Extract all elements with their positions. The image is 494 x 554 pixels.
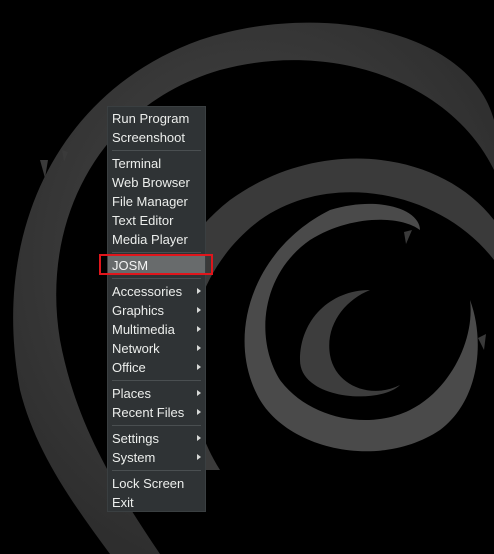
menu-item-lock-screen[interactable]: Lock Screen [108,474,205,493]
menu-item-system[interactable]: System [108,448,205,467]
menu-item-file-manager[interactable]: File Manager [108,192,205,211]
menu-item-accessories[interactable]: Accessories [108,282,205,301]
submenu-arrow-icon [197,288,201,294]
menu-item-label: JOSM [112,258,149,273]
menu-item-label: Web Browser [112,175,190,190]
menu-item-label: Text Editor [112,213,174,228]
menu-separator [112,150,201,151]
submenu-arrow-icon [197,390,201,396]
menu-separator [112,380,201,381]
menu-item-label: Recent Files [112,405,185,420]
menu-item-label: Exit [112,495,134,510]
submenu-arrow-icon [197,364,201,370]
menu-item-network[interactable]: Network [108,339,205,358]
debian-swirl-wallpaper [13,22,494,554]
menu-item-label: Settings [112,431,159,446]
menu-item-label: Multimedia [112,322,175,337]
menu-item-graphics[interactable]: Graphics [108,301,205,320]
menu-item-office[interactable]: Office [108,358,205,377]
menu-item-web-browser[interactable]: Web Browser [108,173,205,192]
menu-item-label: Places [112,386,152,401]
menu-item-label: Terminal [112,156,162,171]
submenu-arrow-icon [197,345,201,351]
menu-item-label: System [112,450,156,465]
menu-separator [112,278,201,279]
menu-item-label: Screenshoot [112,130,185,145]
menu-item-label: Graphics [112,303,165,318]
menu-item-label: Lock Screen [112,476,185,491]
menu-item-label: Office [112,360,146,375]
menu-separator [112,425,201,426]
menu-item-multimedia[interactable]: Multimedia [108,320,205,339]
submenu-arrow-icon [197,435,201,441]
menu-item-exit[interactable]: Exit [108,493,205,512]
menu-item-label: Network [112,341,160,356]
menu-item-settings[interactable]: Settings [108,429,205,448]
submenu-arrow-icon [197,326,201,332]
menu-item-label: Run Program [112,111,190,126]
submenu-arrow-icon [197,454,201,460]
menu-item-text-editor[interactable]: Text Editor [108,211,205,230]
menu-item-recent-files[interactable]: Recent Files [108,403,205,422]
menu-item-media-player[interactable]: Media Player [108,230,205,249]
menu-separator [112,252,201,253]
menu-item-screenshoot[interactable]: Screenshoot [108,128,205,147]
menu-item-label: Media Player [112,232,188,247]
submenu-arrow-icon [197,307,201,313]
menu-item-run-program[interactable]: Run Program [108,109,205,128]
menu-item-places[interactable]: Places [108,384,205,403]
submenu-arrow-icon [197,409,201,415]
menu-item-terminal[interactable]: Terminal [108,154,205,173]
desktop: Run Program Screenshoot Terminal Web Bro… [0,0,494,554]
menu-item-label: Accessories [112,284,183,299]
menu-item-label: File Manager [112,194,188,209]
application-menu: Run Program Screenshoot Terminal Web Bro… [107,106,206,512]
menu-item-josm[interactable]: JOSM [108,256,205,275]
menu-separator [112,470,201,471]
